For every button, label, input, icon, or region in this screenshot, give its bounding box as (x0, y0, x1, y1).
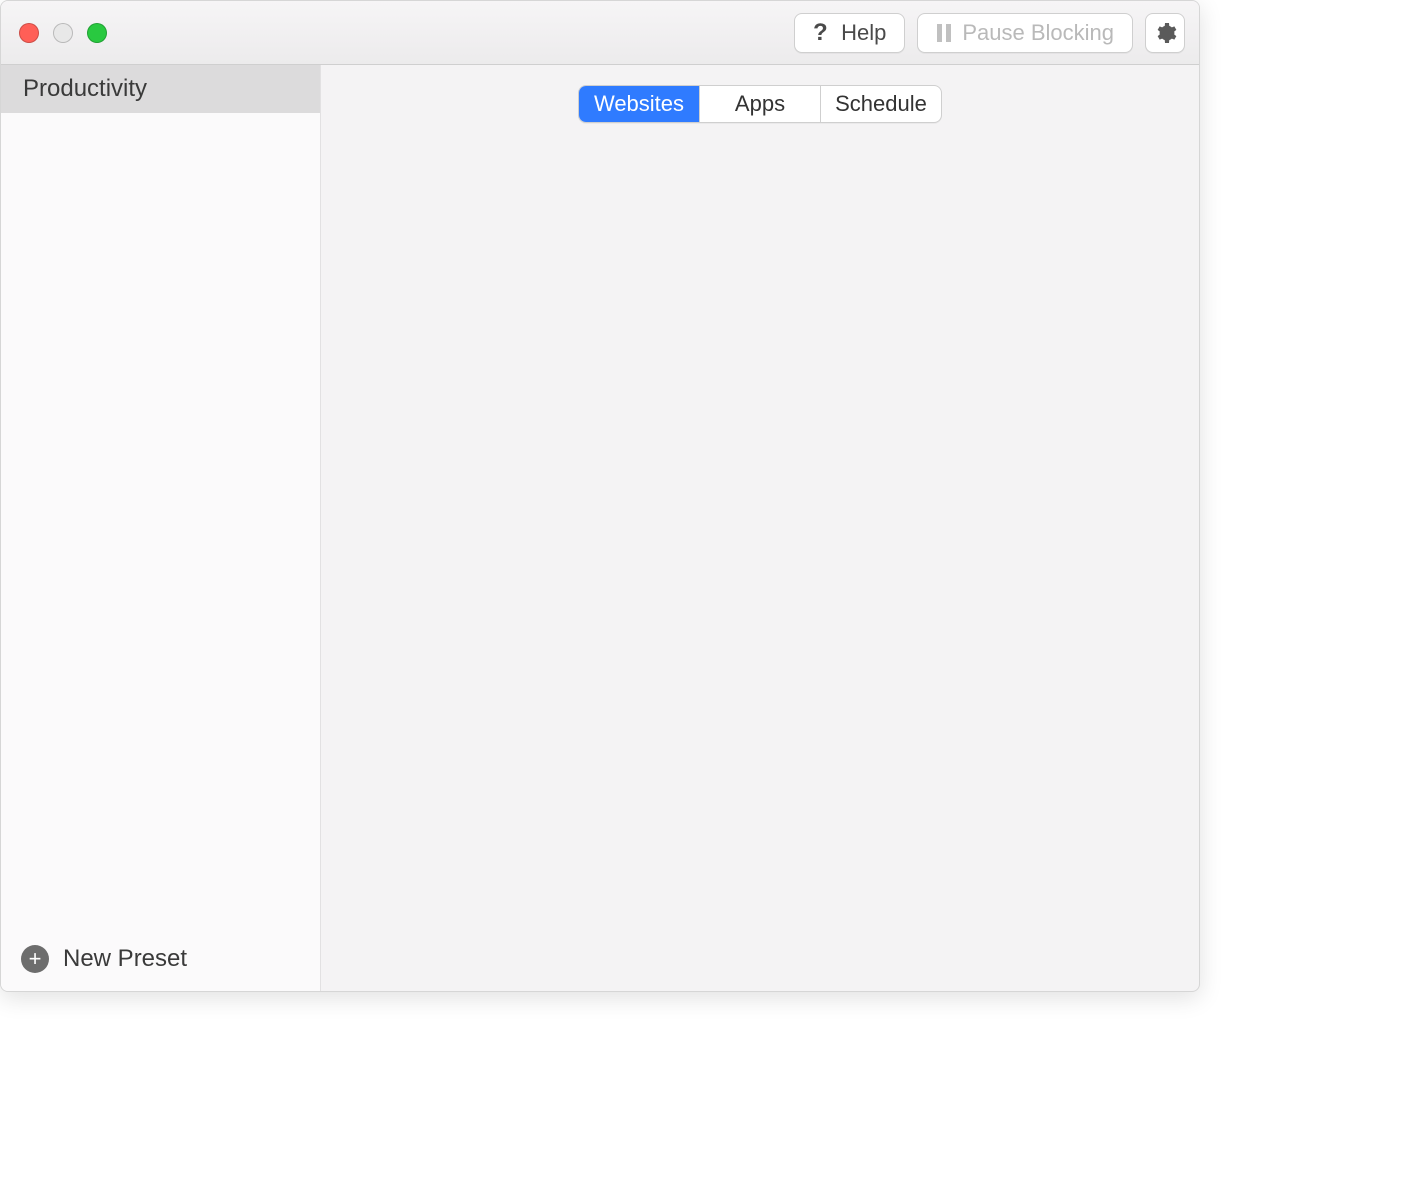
exceptions-list[interactable] (808, 214, 1152, 472)
category-item[interactable]: Chat (369, 241, 707, 275)
blocked-categories-label: Blocked Categories (368, 168, 728, 196)
tab-apps[interactable]: Apps (700, 86, 821, 122)
titlebar: ? Help Pause Blocking (1, 1, 1199, 65)
pause-blocking-label: Pause Blocking (962, 20, 1114, 46)
main-content: Websites Apps Schedule Blocked Categorie… (321, 65, 1199, 991)
category-checkbox[interactable] (379, 418, 399, 438)
category-checkbox[interactable] (379, 350, 399, 370)
category-checkbox[interactable] (379, 316, 399, 336)
category-checkbox[interactable] (379, 248, 399, 268)
exceptions-label: Exceptions (798, 172, 915, 200)
new-preset-button[interactable]: + New Preset (1, 927, 320, 991)
tab-schedule[interactable]: Schedule (821, 86, 941, 122)
category-item[interactable]: Dating (369, 275, 707, 309)
category-checkbox[interactable] (379, 282, 399, 302)
sidebar: Productivity + New Preset (1, 65, 321, 991)
question-icon: ? (813, 20, 831, 46)
blocked-websites-add-button[interactable] (369, 854, 405, 884)
traffic-lights (19, 23, 107, 43)
tab-websites-label: Websites (594, 91, 684, 117)
help-button-label: Help (841, 20, 886, 46)
exceptions-footer (808, 472, 1152, 502)
blocked-website-label: example.com (379, 570, 510, 596)
new-preset-label: New Preset (63, 945, 187, 973)
exceptions-add-button[interactable] (809, 472, 845, 502)
tab-websites[interactable]: Websites (579, 86, 700, 122)
lock-icon (760, 176, 776, 196)
close-window-button[interactable] (19, 23, 39, 43)
svg-text:?: ? (813, 20, 828, 46)
category-checkbox[interactable] (379, 384, 399, 404)
zoom-window-button[interactable] (87, 23, 107, 43)
category-checkbox[interactable] (379, 214, 399, 234)
category-item-label: Games (407, 347, 481, 374)
category-item-label: News (407, 449, 465, 476)
category-item[interactable]: Games (369, 343, 707, 377)
category-checkbox[interactable] (379, 452, 399, 472)
minimize-window-button[interactable] (53, 23, 73, 43)
scrollbar-thumb[interactable] (713, 211, 723, 371)
category-item-label: Politics (407, 483, 480, 494)
blocked-websites-footer (368, 854, 1152, 884)
category-item[interactable]: All Websites (369, 207, 707, 241)
categories-list[interactable]: All Websites Chat Dating Gambling Games Humor… (368, 206, 728, 494)
info-icon: i (372, 905, 394, 927)
category-item[interactable]: Music (369, 411, 707, 445)
category-checkbox[interactable] (379, 486, 399, 493)
category-item-label: Humor (407, 381, 476, 408)
websites-panel: Blocked Categories All Websites Chat Datin… (347, 111, 1173, 990)
pause-icon (936, 24, 952, 42)
categories-scrollbar[interactable] (711, 211, 723, 491)
sidebar-item-label: Productivity (23, 75, 147, 103)
category-item-label: Music (407, 415, 467, 442)
info-row: i This affects only Safari and Google Ch… (368, 902, 1152, 963)
tab-bar: Websites Apps Schedule (578, 85, 942, 123)
exceptions-remove-button[interactable] (845, 472, 881, 502)
settings-button[interactable] (1145, 13, 1185, 53)
tab-apps-label: Apps (735, 91, 785, 117)
category-item-label: Gambling (407, 313, 505, 340)
pause-blocking-button[interactable]: Pause Blocking (917, 13, 1133, 53)
category-item[interactable]: Politics (369, 479, 707, 493)
lock-button[interactable] (750, 168, 786, 204)
category-item[interactable]: Gambling (369, 309, 707, 343)
preferences-window: ? Help Pause Blocking Productivity + New… (0, 0, 1200, 992)
gear-icon (1153, 21, 1177, 45)
info-text: This affects only Safari and Google Chro… (406, 902, 1148, 963)
category-item[interactable]: Humor (369, 377, 707, 411)
blocked-websites-list[interactable]: example.com (368, 566, 1152, 854)
category-item-label: All Websites (407, 211, 533, 238)
help-button[interactable]: ? Help (794, 13, 905, 53)
category-item-label: Chat (407, 245, 456, 272)
sidebar-item-productivity[interactable]: Productivity (1, 65, 320, 113)
window-body: Productivity + New Preset Websites Apps … (1, 65, 1199, 991)
blocked-websites-remove-button[interactable] (405, 854, 441, 884)
blocked-websites-label: Blocked Websites (368, 528, 1152, 556)
plus-circle-icon: + (21, 945, 49, 973)
blocked-website-item[interactable]: example.com (369, 567, 1151, 599)
tab-schedule-label: Schedule (835, 91, 927, 117)
category-item[interactable]: News (369, 445, 707, 479)
category-item-label: Dating (407, 279, 473, 306)
